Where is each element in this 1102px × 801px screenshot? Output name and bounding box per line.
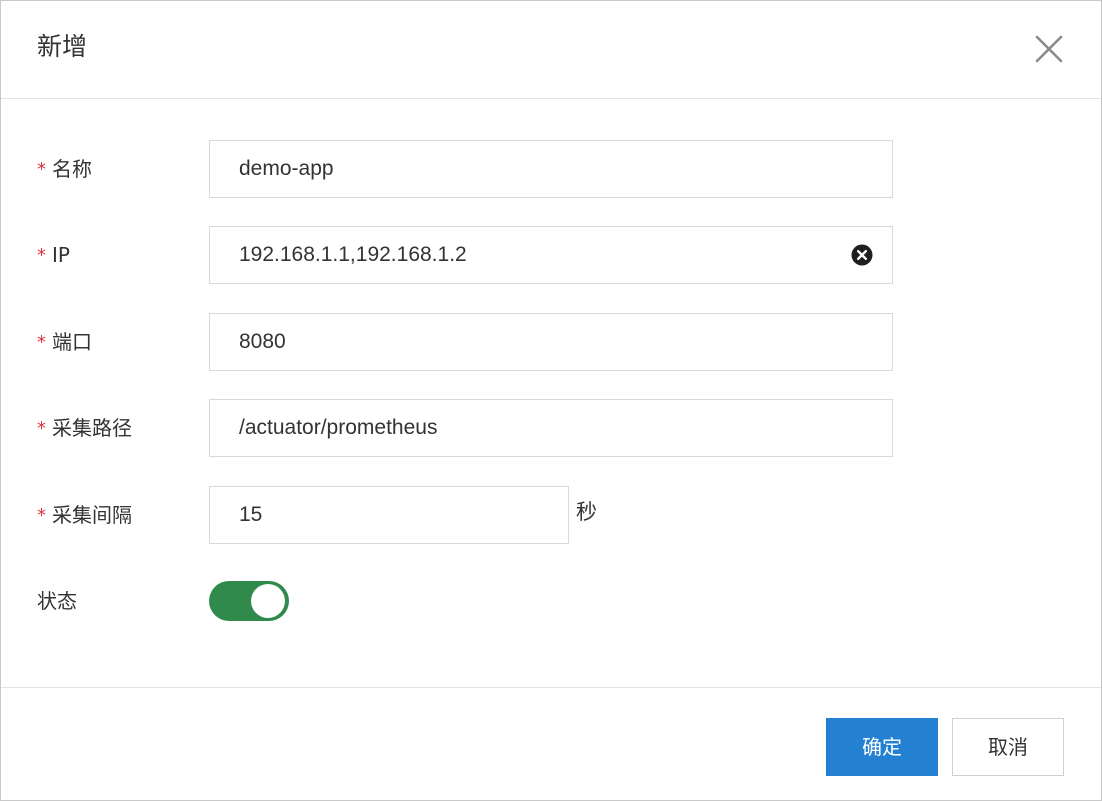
form-row-ip: * IP (1, 226, 1101, 284)
interval-label: * 采集间隔 (37, 503, 132, 527)
interval-unit: 秒 (576, 500, 597, 524)
clear-circle-icon[interactable] (851, 244, 873, 266)
path-input[interactable] (210, 400, 892, 456)
required-mark: * (37, 245, 46, 266)
close-icon[interactable] (1031, 31, 1067, 67)
required-mark: * (37, 332, 46, 353)
required-mark: * (37, 159, 46, 180)
path-label: * 采集路径 (37, 416, 132, 440)
ip-label: * IP (37, 243, 70, 267)
name-label: * 名称 (37, 157, 92, 181)
path-input-box (209, 399, 893, 457)
toggle-knob (251, 584, 285, 618)
required-mark: * (37, 505, 46, 526)
interval-input-box (209, 486, 569, 544)
status-toggle[interactable] (209, 581, 289, 621)
form-row-name: * 名称 (1, 140, 1101, 198)
port-label: * 端口 (37, 330, 92, 354)
dialog-header: 新增 (1, 1, 1101, 99)
form-row-port: * 端口 (1, 313, 1101, 371)
dialog-title: 新增 (37, 32, 88, 61)
ip-input[interactable] (210, 227, 892, 283)
form-row-path: * 采集路径 (1, 399, 1101, 457)
form-row-status: 状态 (1, 572, 1101, 630)
confirm-button[interactable]: 确定 (826, 718, 938, 776)
port-input-box (209, 313, 893, 371)
port-input[interactable] (210, 314, 892, 370)
required-mark: * (37, 418, 46, 439)
name-input[interactable] (210, 141, 892, 197)
name-input-box (209, 140, 893, 198)
dialog-footer: 确定 取消 (1, 687, 1101, 801)
add-dialog: 新增 *名称 *IP *端口 (0, 0, 1102, 801)
form-row-interval: *采集间隔 秒 (1, 486, 1101, 544)
status-label: 状态 (37, 589, 77, 613)
ip-input-box (209, 226, 893, 284)
interval-input[interactable] (210, 487, 568, 543)
cancel-button[interactable]: 取消 (952, 718, 1064, 776)
